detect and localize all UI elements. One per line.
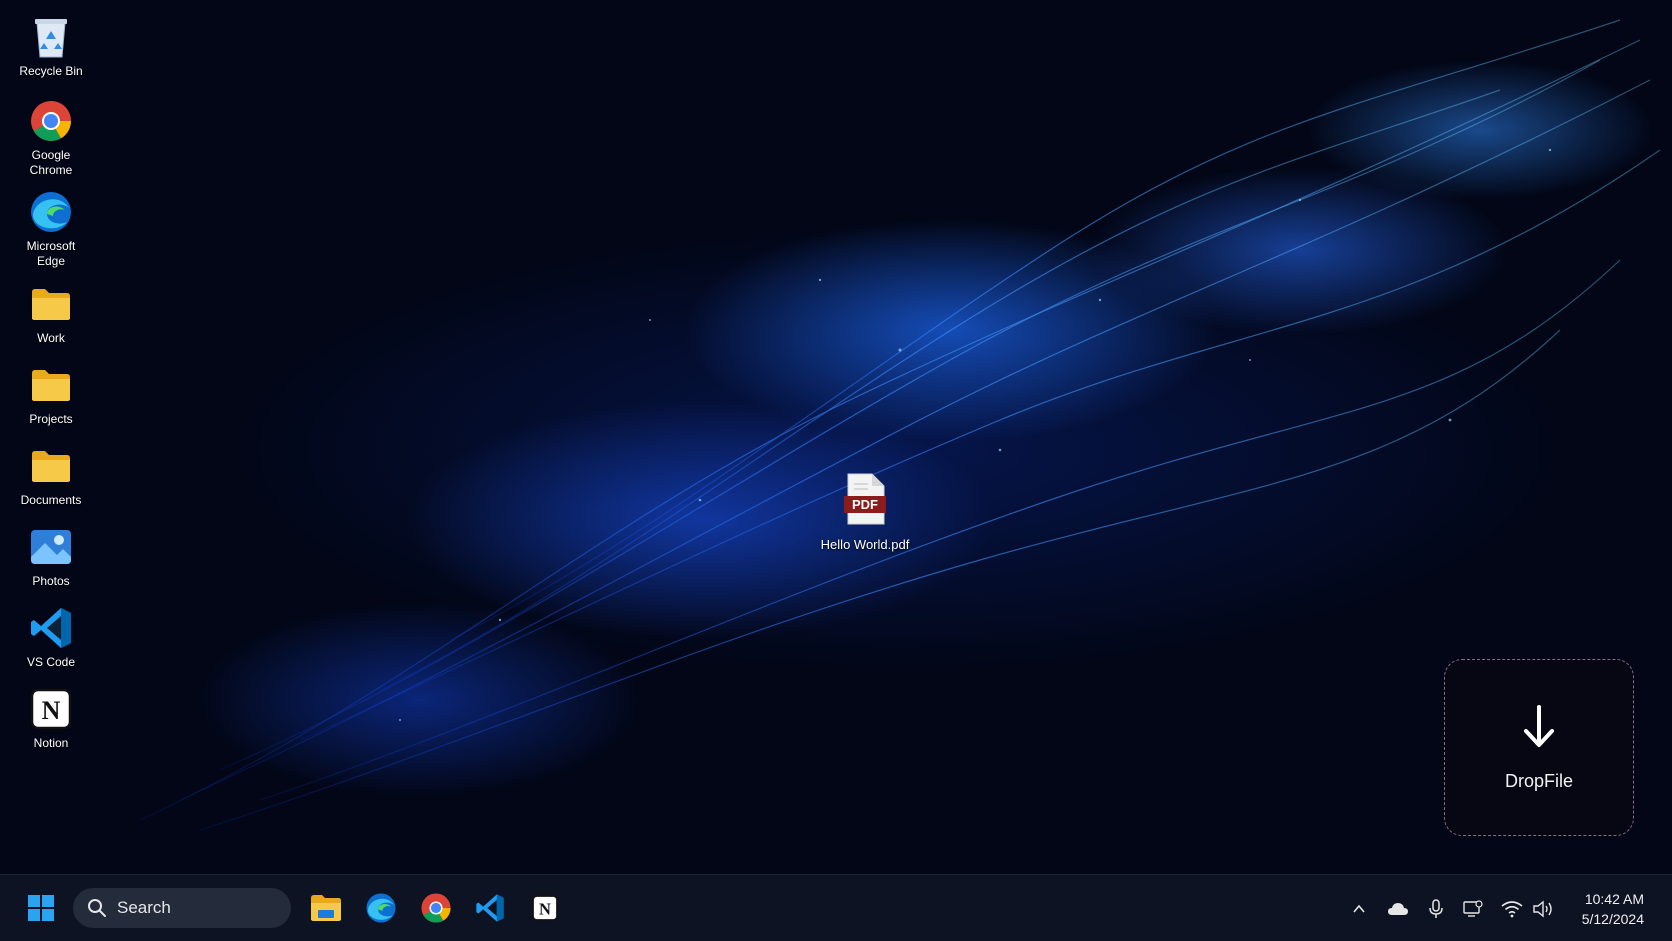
volume-icon bbox=[1533, 900, 1552, 918]
desktop-icon-label: Recycle Bin bbox=[19, 64, 83, 78]
desktop-icon-photos[interactable]: Photos bbox=[10, 524, 92, 589]
onedrive-tray[interactable] bbox=[1386, 897, 1410, 921]
desktop-icon-projects-folder[interactable]: Projects bbox=[10, 362, 92, 427]
desktop-icon-label: Projects bbox=[29, 412, 73, 426]
svg-text:N: N bbox=[539, 899, 551, 918]
edge-icon bbox=[366, 893, 396, 923]
desktop-icon-label: Notion bbox=[33, 736, 69, 750]
pdf-badge: PDF bbox=[852, 497, 878, 512]
clock-date: 5/12/2024 bbox=[1581, 911, 1644, 927]
volume-tray[interactable] bbox=[1531, 897, 1555, 921]
microphone-tray[interactable] bbox=[1424, 897, 1448, 921]
desktop-icon-label: Photos bbox=[32, 574, 70, 588]
microphone-icon bbox=[1429, 899, 1443, 918]
dropfile-drop-zone[interactable]: DropFile bbox=[1444, 659, 1634, 836]
desktop-file-label: Hello World.pdf bbox=[820, 537, 910, 552]
desktop-icon-microsoft-edge[interactable]: Microsoft Edge bbox=[10, 189, 92, 269]
taskbar-notion[interactable]: N bbox=[524, 887, 566, 929]
taskbar-edge[interactable] bbox=[360, 887, 402, 929]
wifi-tray[interactable] bbox=[1500, 897, 1524, 921]
taskbar: Search N 10:42 AM 5/12/2024 bbox=[0, 874, 1672, 941]
taskbar-clock[interactable]: 10:42 AM 5/12/2024 bbox=[1582, 889, 1644, 929]
desktop-file-hello-world-pdf[interactable]: PDF Hello World.pdf bbox=[810, 472, 920, 552]
desktop-wallpaper bbox=[0, 0, 1672, 874]
chevron-up-icon bbox=[1353, 904, 1365, 913]
desktop-icon-label: Work bbox=[37, 331, 65, 345]
wallpaper-streaks bbox=[139, 19, 1661, 831]
taskbar-search-box[interactable]: Search bbox=[73, 888, 291, 928]
photos-icon bbox=[28, 524, 74, 570]
chrome-icon bbox=[421, 893, 451, 923]
display-tray[interactable] bbox=[1461, 897, 1485, 921]
file-explorer-icon bbox=[311, 895, 341, 921]
onedrive-icon bbox=[1388, 903, 1408, 915]
download-arrow-icon bbox=[1521, 704, 1557, 755]
desktop-icon-vs-code[interactable]: VS Code bbox=[10, 605, 92, 670]
taskbar-chrome[interactable] bbox=[415, 887, 457, 929]
clock-time: 10:42 AM bbox=[1584, 891, 1644, 907]
desktop-icon-label: Google Chrome bbox=[29, 148, 73, 177]
start-button[interactable] bbox=[20, 887, 62, 929]
search-icon bbox=[88, 899, 106, 917]
desktop-icon-google-chrome[interactable]: Google Chrome bbox=[10, 98, 92, 178]
dropfile-label: DropFile bbox=[1504, 770, 1574, 791]
edge-icon bbox=[28, 189, 74, 235]
chrome-icon bbox=[28, 98, 74, 144]
pdf-file-icon: PDF bbox=[842, 472, 888, 531]
desktop-icon-work-folder[interactable]: Work bbox=[10, 281, 92, 346]
desktop-icon-notion[interactable]: N Notion bbox=[10, 686, 92, 751]
taskbar-file-explorer[interactable] bbox=[305, 887, 347, 929]
folder-icon bbox=[28, 362, 74, 408]
search-placeholder: Search bbox=[117, 898, 171, 917]
desktop-icon-label: Documents bbox=[20, 493, 82, 507]
desktop-icon-documents-folder[interactable]: Documents bbox=[10, 443, 92, 508]
folder-icon bbox=[28, 443, 74, 489]
show-hidden-icons-button[interactable] bbox=[1347, 897, 1371, 921]
wifi-icon bbox=[1501, 901, 1523, 918]
desktop-icon-recycle-bin[interactable]: Recycle Bin bbox=[10, 14, 92, 79]
taskbar-vscode[interactable] bbox=[469, 887, 511, 929]
svg-text:N: N bbox=[42, 696, 61, 725]
folder-icon bbox=[28, 281, 74, 327]
notion-icon: N bbox=[28, 686, 74, 732]
vscode-icon bbox=[476, 894, 504, 922]
vscode-icon bbox=[28, 605, 74, 651]
windows-logo-icon bbox=[28, 895, 54, 921]
notion-icon: N bbox=[531, 894, 559, 922]
recycle-bin-icon bbox=[28, 14, 74, 60]
display-icon bbox=[1463, 900, 1483, 917]
desktop-icon-label: Microsoft Edge bbox=[26, 239, 76, 268]
desktop-icon-label: VS Code bbox=[26, 655, 76, 669]
